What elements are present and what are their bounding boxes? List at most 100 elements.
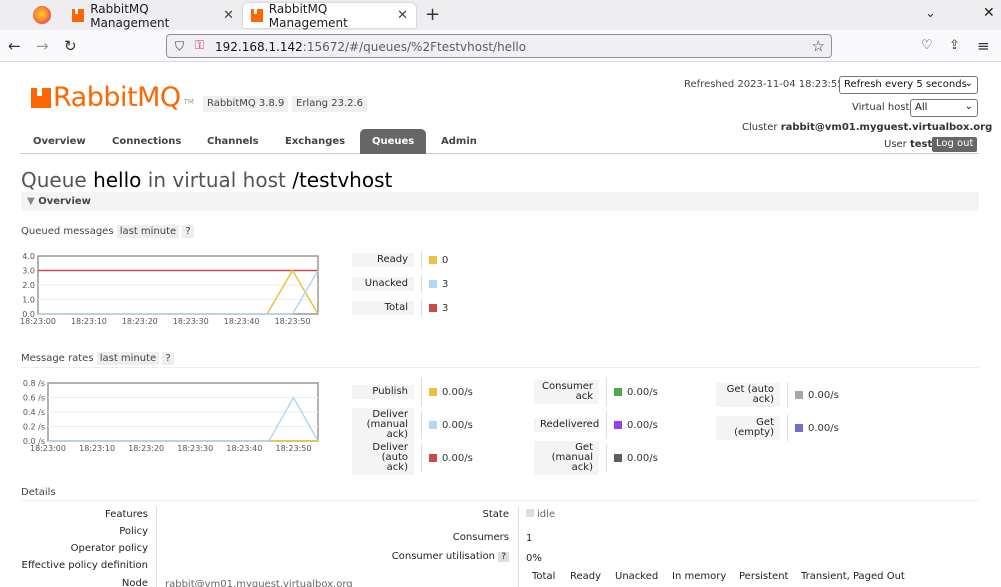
refresh-select[interactable]: Refresh every 5 seconds ⌄ — [839, 76, 978, 94]
help-button[interactable]: ? — [162, 352, 174, 365]
help-button[interactable]: ? — [182, 225, 194, 238]
legend-value: 3 — [429, 303, 448, 314]
x-tick-label: 18:23:50 — [275, 317, 311, 326]
x-tick-label: 18:23:40 — [224, 317, 260, 326]
new-tab-icon[interactable]: + — [425, 4, 440, 25]
virtual-host-select[interactable]: All ⌄ — [910, 99, 978, 117]
back-icon[interactable]: ← — [8, 37, 21, 55]
erlang-badge: Erlang 23.2.6 — [292, 96, 368, 112]
extensions-icon[interactable]: ⇪ — [949, 38, 960, 53]
logo-text: RabbitMQ — [53, 82, 181, 113]
divider — [421, 378, 422, 406]
divider — [421, 444, 422, 472]
legend-value: 0.00/s — [795, 423, 839, 434]
divider — [21, 367, 979, 368]
state-value: idle — [526, 509, 555, 520]
legend-value: 0.00/s — [429, 453, 473, 464]
legend-label: Deliver (auto ack) — [352, 441, 414, 475]
legend-label: Consumer ack — [534, 380, 599, 404]
table-header-transient-paged-out: Transient, Paged Out — [801, 571, 905, 582]
window-close-icon[interactable]: ✕ — [983, 5, 995, 21]
y-tick-label: 0.2 /s — [23, 423, 45, 432]
legend-item: Ready 0 — [352, 251, 448, 269]
legend-label: Publish — [352, 385, 414, 399]
y-tick-label: 4.0 — [22, 252, 35, 261]
table-header-total: Total — [532, 571, 556, 582]
tab-title: RabbitMQ Management — [90, 1, 170, 30]
tab-admin[interactable]: Admin — [441, 129, 477, 154]
virtual-host-label: Virtual host — [852, 102, 910, 113]
operator-policy-label: Operator policy — [70, 543, 148, 554]
legend-item: Deliver (auto ack) 0.00/s — [352, 441, 473, 475]
version-badge: RabbitMQ 3.8.9 — [203, 96, 289, 112]
browser-tab-2[interactable]: RabbitMQ Management ✕ — [243, 2, 416, 30]
consumers-label: Consumers — [452, 532, 509, 543]
legend-swatch — [429, 421, 437, 429]
range-selector[interactable]: last minute — [96, 352, 160, 365]
features-label: Features — [105, 509, 148, 520]
legend-item: Deliver (manual ack) 0.00/s — [352, 408, 473, 442]
consumers-value: 1 — [526, 533, 533, 544]
legend-value: 0.00/s — [614, 453, 658, 464]
insecure-lock-icon[interactable]: ⚿ — [195, 38, 204, 53]
divider — [606, 444, 607, 472]
legend-label: Get (manual ack) — [534, 441, 599, 475]
rabbitmq-favicon-icon — [72, 8, 85, 22]
x-tick-label: 18:23:20 — [122, 317, 158, 326]
legend-item: Redelivered 0.00/s — [534, 411, 658, 439]
legend-item: Publish 0.00/s — [352, 378, 473, 406]
x-tick-label: 18:23:30 — [173, 317, 209, 326]
tab-connections[interactable]: Connections — [112, 129, 181, 154]
help-button[interactable]: ? — [498, 552, 509, 562]
legend-value: 0.00/s — [795, 390, 839, 401]
rabbitmq-logo-icon — [31, 87, 51, 108]
legend-item: Get (empty) 0.00/s — [716, 415, 839, 441]
reload-icon[interactable]: ↻ — [64, 37, 77, 55]
tracking-shield-icon[interactable]: ⛉ — [175, 39, 184, 54]
browser-tabbar: RabbitMQ Management ✕ RabbitMQ Managemen… — [0, 0, 1001, 30]
legend-label: Redelivered — [534, 418, 599, 432]
legend-label: Unacked — [352, 277, 414, 291]
list-tabs-chevron-icon[interactable]: ⌄ — [925, 6, 936, 21]
rabbitmq-logo[interactable]: RabbitMQ TM — [31, 82, 194, 113]
tab-queues[interactable]: Queues — [360, 129, 427, 154]
url-text[interactable]: 192.168.1.142:15672/#/queues/%2Ftestvhos… — [215, 40, 526, 54]
triangle-down-icon: ▼ — [27, 196, 35, 207]
divider — [421, 251, 422, 269]
firefox-icon[interactable] — [33, 6, 51, 24]
node-value: rabbit@vm01.myguest.virtualbox.org — [165, 579, 353, 587]
close-tab-icon[interactable]: ✕ — [397, 8, 408, 23]
page-title: Queue hello in virtual host /testvhost — [21, 168, 393, 192]
legend-item: Consumer ack 0.00/s — [534, 378, 658, 406]
table-header-in-memory: In memory — [672, 571, 727, 582]
legend-value: 0.00/s — [429, 387, 473, 398]
browser-tab-1[interactable]: RabbitMQ Management ✕ — [64, 1, 242, 30]
bookmark-star-icon[interactable]: ☆ — [812, 37, 825, 55]
divider — [421, 299, 422, 317]
divider — [787, 415, 788, 441]
chevron-down-icon: ⌄ — [964, 101, 973, 112]
refreshed-label: Refreshed 2023-11-04 18:23:55 — [684, 79, 844, 90]
x-tick-label: 18:23:00 — [20, 317, 56, 326]
tab-channels[interactable]: Channels — [207, 129, 259, 154]
state-label: State — [482, 509, 509, 520]
x-tick-label: 18:23:30 — [177, 444, 213, 453]
tab-overview[interactable]: Overview — [33, 129, 86, 154]
forward-icon[interactable]: → — [36, 37, 49, 55]
divider — [21, 500, 979, 501]
message-rates-heading: Message rates last minute ? — [21, 352, 174, 365]
overview-section-toggle[interactable]: ▼ Overview — [21, 192, 979, 211]
menu-icon[interactable]: ≡ — [977, 37, 990, 55]
divider — [606, 411, 607, 439]
tab-exchanges[interactable]: Exchanges — [285, 129, 345, 154]
address-bar[interactable]: ⛉ ⚿ 192.168.1.142:15672/#/queues/%2Ftest… — [166, 34, 832, 58]
legend-label: Get (auto ack) — [716, 383, 780, 407]
main-nav-tabs: Overview Connections Channels Exchanges … — [20, 129, 979, 154]
range-selector[interactable]: last minute — [116, 225, 180, 238]
close-tab-icon[interactable]: ✕ — [223, 8, 234, 23]
pocket-icon[interactable]: ♡ — [921, 38, 933, 53]
y-tick-label: 0.4 /s — [23, 408, 45, 417]
x-tick-label: 18:23:40 — [226, 444, 262, 453]
legend-item: Total 3 — [352, 299, 448, 317]
divider — [156, 507, 157, 587]
